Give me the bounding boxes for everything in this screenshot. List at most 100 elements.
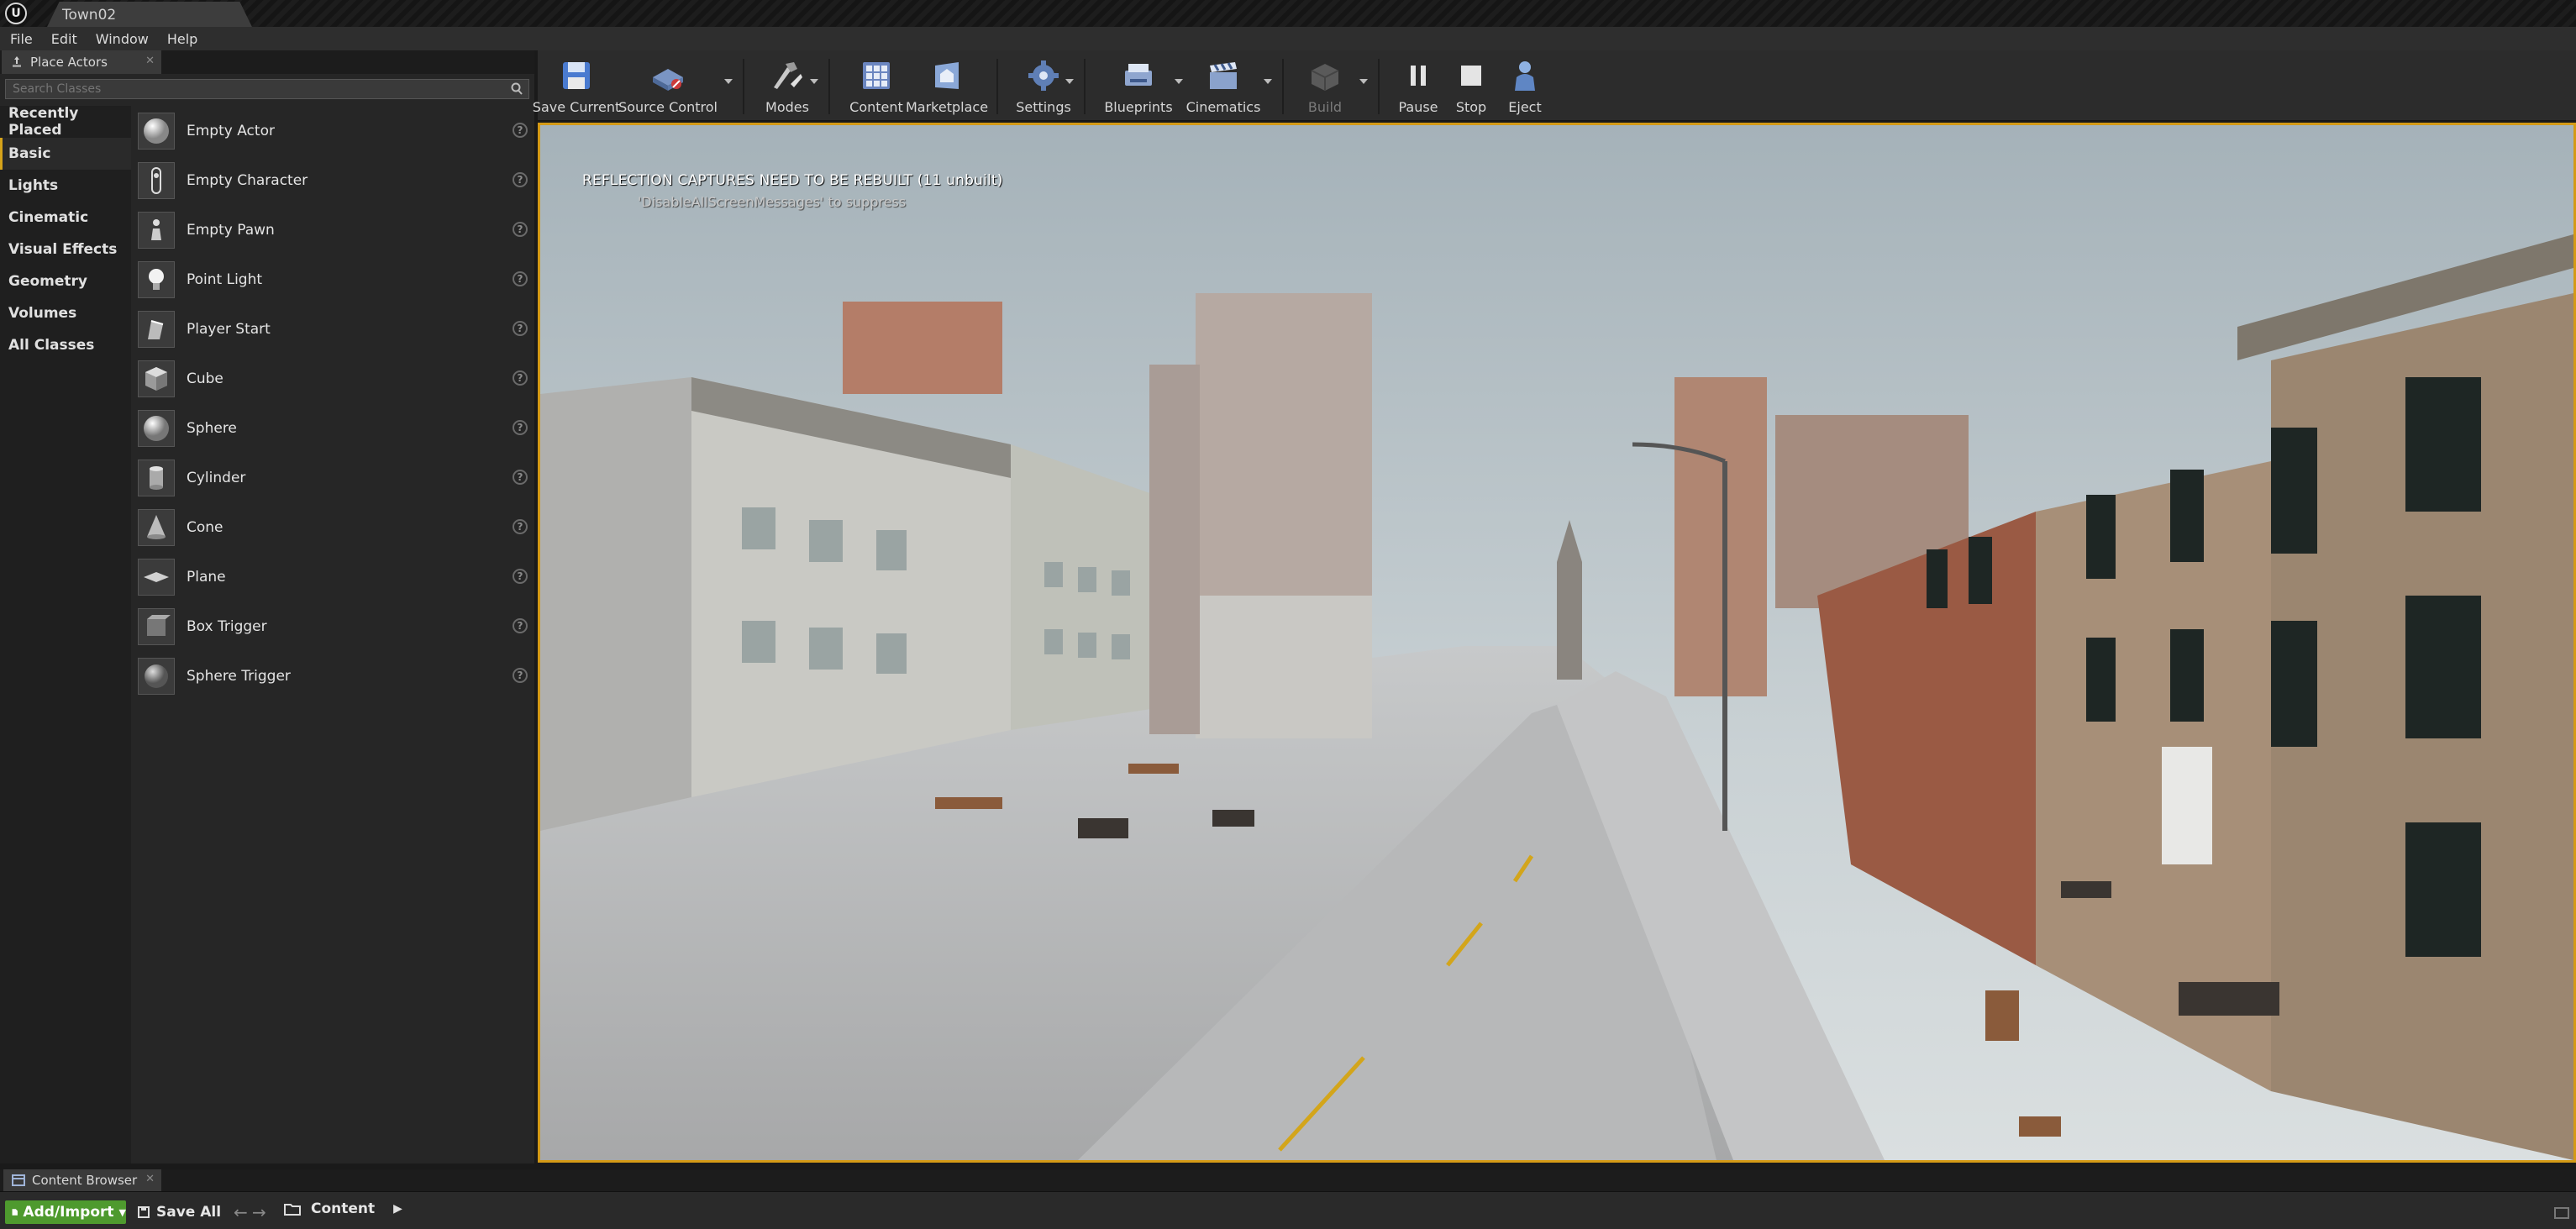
category-list: Recently Placed Basic Lights Cinematic V…	[0, 105, 131, 1163]
search-box	[5, 79, 529, 99]
help-icon[interactable]: ?	[513, 668, 528, 683]
close-icon[interactable]: ✕	[145, 1173, 155, 1185]
actor-item-sphere-trigger[interactable]: Sphere Trigger ?	[134, 651, 531, 701]
settings-icon	[1023, 55, 1064, 96]
help-icon[interactable]: ?	[513, 271, 528, 286]
help-icon[interactable]: ?	[513, 321, 528, 336]
actor-item-cube[interactable]: Cube ?	[134, 354, 531, 403]
category-cinematic[interactable]: Cinematic	[0, 202, 131, 234]
blueprints-button[interactable]: Blueprints	[1101, 55, 1176, 119]
menu-window[interactable]: Window	[96, 31, 149, 47]
cylinder-icon	[138, 459, 175, 496]
clapperboard-icon	[1203, 55, 1243, 96]
toolbar-separator	[1084, 59, 1086, 114]
box-trigger-icon	[138, 607, 175, 645]
level-viewport[interactable]: REFLECTION CAPTURES NEED TO BE REBUILT (…	[538, 123, 2576, 1163]
help-icon[interactable]: ?	[513, 519, 528, 534]
content-browser-tab[interactable]: Content Browser ✕	[3, 1169, 161, 1191]
content-button[interactable]: Content	[847, 55, 906, 119]
help-icon[interactable]: ?	[513, 618, 528, 633]
category-visual-effects[interactable]: Visual Effects	[0, 234, 131, 265]
folder-icon	[284, 1204, 301, 1216]
actor-label: Sphere	[187, 419, 237, 437]
add-import-button[interactable]: Add/Import ▼	[5, 1200, 126, 1224]
save-icon	[556, 55, 597, 96]
source-control-dropdown-icon[interactable]	[724, 79, 733, 84]
actor-item-box-trigger[interactable]: Box Trigger ?	[134, 601, 531, 651]
save-current-button[interactable]: Save Current	[533, 55, 620, 119]
place-actors-tab[interactable]: Place Actors ✕	[2, 50, 161, 74]
actor-item-point-light[interactable]: Point Light ?	[134, 255, 531, 304]
menu-file[interactable]: File	[10, 31, 33, 47]
category-basic[interactable]: Basic	[0, 138, 131, 170]
menu-help[interactable]: Help	[167, 31, 197, 47]
eject-button[interactable]: Eject	[1504, 55, 1546, 119]
menu-edit[interactable]: Edit	[51, 31, 77, 47]
dock-icon[interactable]	[2554, 1207, 2569, 1219]
search-classes-input[interactable]	[6, 82, 502, 96]
pause-label: Pause	[1398, 99, 1438, 115]
settings-label: Settings	[1016, 99, 1071, 115]
actor-item-empty-actor[interactable]: Empty Actor ?	[134, 106, 531, 155]
cinematics-button[interactable]: Cinematics	[1185, 55, 1262, 119]
blueprints-icon	[1118, 55, 1159, 96]
category-lights[interactable]: Lights	[0, 170, 131, 202]
toolbar-separator	[1282, 59, 1284, 114]
main-toolbar: Save Current Source Control Modes Conten…	[533, 50, 2576, 121]
chevron-right-icon[interactable]: ▶	[393, 1202, 402, 1216]
stop-button[interactable]: Stop	[1452, 55, 1490, 119]
add-import-label: Add/Import	[23, 1204, 114, 1221]
category-recently-placed[interactable]: Recently Placed	[0, 105, 131, 139]
actor-item-empty-character[interactable]: Empty Character ?	[134, 155, 531, 205]
stop-label: Stop	[1455, 99, 1487, 115]
category-volumes[interactable]: Volumes	[0, 297, 131, 329]
actor-item-empty-pawn[interactable]: Empty Pawn ?	[134, 205, 531, 255]
toolbar-separator	[743, 59, 744, 114]
build-label: Build	[1307, 99, 1343, 115]
source-control-label: Source Control	[618, 99, 718, 115]
source-control-icon	[648, 55, 688, 96]
path-breadcrumb[interactable]: Content ▶	[284, 1200, 402, 1217]
level-tab[interactable]: Town02	[47, 2, 252, 27]
help-icon[interactable]: ?	[513, 172, 528, 187]
content-browser-icon	[856, 55, 896, 96]
help-icon[interactable]: ?	[513, 420, 528, 435]
blueprints-dropdown-icon[interactable]	[1175, 79, 1183, 84]
modes-button[interactable]: Modes	[758, 55, 817, 119]
source-control-button[interactable]: Source Control	[618, 55, 718, 119]
actor-item-cone[interactable]: Cone ?	[134, 502, 531, 552]
settings-button[interactable]: Settings	[1013, 55, 1074, 119]
marketplace-label: Marketplace	[905, 99, 989, 115]
build-dropdown-icon[interactable]	[1359, 79, 1368, 84]
forward-arrow-icon[interactable]: →	[252, 1202, 266, 1222]
help-icon[interactable]: ?	[513, 569, 528, 584]
eject-icon	[1505, 55, 1545, 96]
actor-item-plane[interactable]: Plane ?	[134, 552, 531, 601]
actor-label: Empty Pawn	[187, 221, 275, 239]
search-icon[interactable]	[510, 82, 523, 96]
build-button[interactable]: Build	[1297, 55, 1353, 119]
save-icon	[138, 1206, 150, 1218]
pause-button[interactable]: Pause	[1395, 55, 1442, 119]
cinematics-dropdown-icon[interactable]	[1264, 79, 1272, 84]
actor-label: Player Start	[187, 320, 271, 338]
back-arrow-icon[interactable]: ←	[234, 1202, 248, 1222]
help-icon[interactable]: ?	[513, 370, 528, 386]
category-all-classes[interactable]: All Classes	[0, 329, 131, 361]
save-all-button[interactable]: Save All	[138, 1200, 221, 1224]
help-icon[interactable]: ?	[513, 123, 528, 138]
actor-label: Plane	[187, 568, 226, 586]
category-geometry[interactable]: Geometry	[0, 265, 131, 297]
marketplace-button[interactable]: Marketplace	[905, 55, 989, 119]
actor-item-player-start[interactable]: Player Start ?	[134, 304, 531, 354]
modes-dropdown-icon[interactable]	[810, 79, 818, 84]
actor-label: Empty Character	[187, 171, 308, 189]
actor-item-sphere[interactable]: Sphere ?	[134, 403, 531, 453]
close-icon[interactable]: ✕	[145, 55, 155, 67]
settings-dropdown-icon[interactable]	[1065, 79, 1074, 84]
actor-label: Cylinder	[187, 469, 246, 486]
help-icon[interactable]: ?	[513, 470, 528, 485]
cinematics-label: Cinematics	[1185, 99, 1261, 115]
help-icon[interactable]: ?	[513, 222, 528, 237]
actor-item-cylinder[interactable]: Cylinder ?	[134, 453, 531, 502]
